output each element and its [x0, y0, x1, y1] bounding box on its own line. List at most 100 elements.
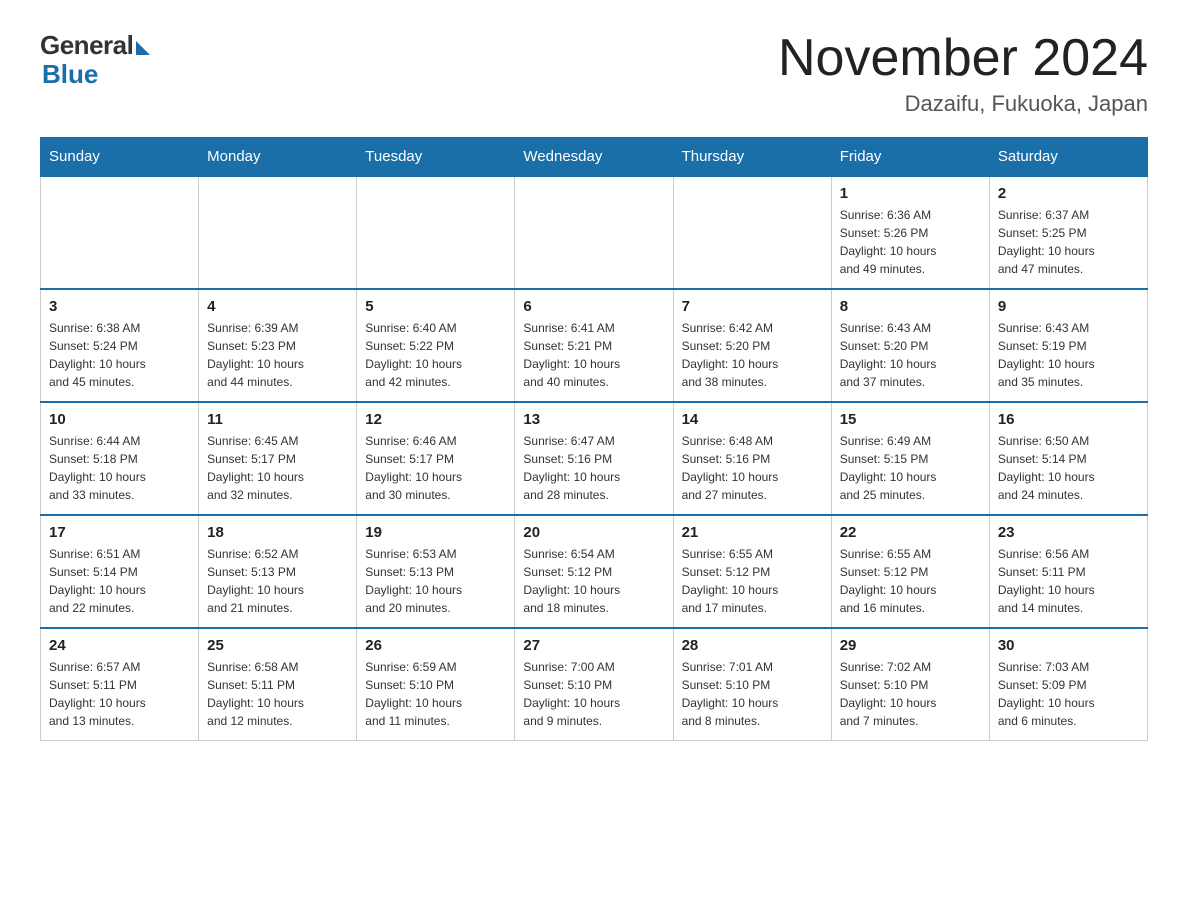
day-info: Sunrise: 6:57 AMSunset: 5:11 PMDaylight:…: [49, 658, 190, 730]
day-number: 28: [682, 637, 823, 654]
day-number: 25: [207, 637, 348, 654]
calendar-cell: 24 Sunrise: 6:57 AMSunset: 5:11 PMDayligh…: [41, 628, 199, 741]
calendar-cell: 1 Sunrise: 6:36 AMSunset: 5:26 PMDaylight…: [831, 176, 989, 289]
day-info: Sunrise: 6:52 AMSunset: 5:13 PMDaylight:…: [207, 545, 348, 617]
calendar-cell: 30Sunrise: 7:03 AMSunset: 5:09 PMDayligh…: [989, 628, 1147, 741]
day-info: Sunrise: 7:01 AMSunset: 5:10 PMDaylight:…: [682, 658, 823, 730]
day-number: 21: [682, 524, 823, 541]
day-info: Sunrise: 6:48 AMSunset: 5:16 PMDaylight:…: [682, 432, 823, 504]
day-number: 4: [207, 298, 348, 315]
calendar-cell: 23 Sunrise: 6:56 AMSunset: 5:11 PMDayligh…: [989, 515, 1147, 628]
day-info: Sunrise: 6:59 AMSunset: 5:10 PMDaylight:…: [365, 658, 506, 730]
calendar-cell: 13 Sunrise: 6:47 AMSunset: 5:16 PMDayligh…: [515, 402, 673, 515]
day-number: 29: [840, 637, 981, 654]
day-info: Sunrise: 6:43 AMSunset: 5:19 PMDaylight:…: [998, 319, 1139, 391]
calendar-cell: 12Sunrise: 6:46 AMSunset: 5:17 PMDayligh…: [357, 402, 515, 515]
calendar-cell: 6Sunrise: 6:41 AMSunset: 5:21 PMDaylight…: [515, 289, 673, 402]
day-number: 13: [523, 411, 664, 428]
day-info: Sunrise: 6:44 AMSunset: 5:18 PMDaylight:…: [49, 432, 190, 504]
calendar-week-row: 3 Sunrise: 6:38 AMSunset: 5:24 PMDaylight…: [41, 289, 1148, 402]
day-info: Sunrise: 6:36 AMSunset: 5:26 PMDaylight:…: [840, 206, 981, 278]
calendar-week-row: 1 Sunrise: 6:36 AMSunset: 5:26 PMDaylight…: [41, 176, 1148, 289]
calendar-cell: 20 Sunrise: 6:54 AMSunset: 5:12 PMDayligh…: [515, 515, 673, 628]
calendar-week-row: 24 Sunrise: 6:57 AMSunset: 5:11 PMDayligh…: [41, 628, 1148, 741]
calendar-cell: 7Sunrise: 6:42 AMSunset: 5:20 PMDaylight…: [673, 289, 831, 402]
page-header: General Blue November 2024 Dazaifu, Fuku…: [40, 30, 1148, 117]
day-info: Sunrise: 7:02 AMSunset: 5:10 PMDaylight:…: [840, 658, 981, 730]
calendar-cell: 8 Sunrise: 6:43 AMSunset: 5:20 PMDaylight…: [831, 289, 989, 402]
day-info: Sunrise: 6:56 AMSunset: 5:11 PMDaylight:…: [998, 545, 1139, 617]
calendar-cell: 19 Sunrise: 6:53 AMSunset: 5:13 PMDayligh…: [357, 515, 515, 628]
calendar-body: 1 Sunrise: 6:36 AMSunset: 5:26 PMDaylight…: [41, 176, 1148, 741]
logo-general-text: General: [40, 30, 133, 61]
day-number: 15: [840, 411, 981, 428]
weekday-header-wednesday: Wednesday: [515, 138, 673, 177]
calendar-cell: 9 Sunrise: 6:43 AMSunset: 5:19 PMDaylight…: [989, 289, 1147, 402]
day-number: 10: [49, 411, 190, 428]
day-info: Sunrise: 6:51 AMSunset: 5:14 PMDaylight:…: [49, 545, 190, 617]
calendar-cell: 21 Sunrise: 6:55 AMSunset: 5:12 PMDayligh…: [673, 515, 831, 628]
calendar-cell: 17 Sunrise: 6:51 AMSunset: 5:14 PMDayligh…: [41, 515, 199, 628]
day-info: Sunrise: 6:53 AMSunset: 5:13 PMDaylight:…: [365, 545, 506, 617]
day-number: 14: [682, 411, 823, 428]
calendar-week-row: 17 Sunrise: 6:51 AMSunset: 5:14 PMDayligh…: [41, 515, 1148, 628]
calendar-cell: 26 Sunrise: 6:59 AMSunset: 5:10 PMDayligh…: [357, 628, 515, 741]
day-number: 17: [49, 524, 190, 541]
day-info: Sunrise: 6:42 AMSunset: 5:20 PMDaylight:…: [682, 319, 823, 391]
calendar-cell: [199, 176, 357, 289]
day-number: 19: [365, 524, 506, 541]
logo-triangle-icon: [136, 41, 150, 55]
calendar-cell: [673, 176, 831, 289]
weekday-header-saturday: Saturday: [989, 138, 1147, 177]
calendar-cell: 28 Sunrise: 7:01 AMSunset: 5:10 PMDayligh…: [673, 628, 831, 741]
weekday-header-tuesday: Tuesday: [357, 138, 515, 177]
day-info: Sunrise: 6:45 AMSunset: 5:17 PMDaylight:…: [207, 432, 348, 504]
day-number: 11: [207, 411, 348, 428]
day-info: Sunrise: 6:37 AMSunset: 5:25 PMDaylight:…: [998, 206, 1139, 278]
calendar-week-row: 10 Sunrise: 6:44 AMSunset: 5:18 PMDayligh…: [41, 402, 1148, 515]
day-info: Sunrise: 7:00 AMSunset: 5:10 PMDaylight:…: [523, 658, 664, 730]
calendar-cell: 27 Sunrise: 7:00 AMSunset: 5:10 PMDayligh…: [515, 628, 673, 741]
calendar-cell: [41, 176, 199, 289]
day-info: Sunrise: 6:55 AMSunset: 5:12 PMDaylight:…: [682, 545, 823, 617]
weekday-header-thursday: Thursday: [673, 138, 831, 177]
weekday-header-sunday: Sunday: [41, 138, 199, 177]
day-info: Sunrise: 6:38 AMSunset: 5:24 PMDaylight:…: [49, 319, 190, 391]
day-info: Sunrise: 7:03 AMSunset: 5:09 PMDaylight:…: [998, 658, 1139, 730]
day-number: 26: [365, 637, 506, 654]
calendar-cell: 16Sunrise: 6:50 AMSunset: 5:14 PMDayligh…: [989, 402, 1147, 515]
calendar-cell: 25 Sunrise: 6:58 AMSunset: 5:11 PMDayligh…: [199, 628, 357, 741]
title-area: November 2024 Dazaifu, Fukuoka, Japan: [778, 30, 1148, 117]
day-number: 3: [49, 298, 190, 315]
location-subtitle: Dazaifu, Fukuoka, Japan: [778, 91, 1148, 117]
calendar-cell: 5 Sunrise: 6:40 AMSunset: 5:22 PMDaylight…: [357, 289, 515, 402]
day-number: 1: [840, 185, 981, 202]
day-number: 20: [523, 524, 664, 541]
day-info: Sunrise: 6:47 AMSunset: 5:16 PMDaylight:…: [523, 432, 664, 504]
day-info: Sunrise: 6:55 AMSunset: 5:12 PMDaylight:…: [840, 545, 981, 617]
day-number: 9: [998, 298, 1139, 315]
day-number: 27: [523, 637, 664, 654]
day-info: Sunrise: 6:46 AMSunset: 5:17 PMDaylight:…: [365, 432, 506, 504]
day-number: 22: [840, 524, 981, 541]
logo-blue-text: Blue: [42, 59, 98, 90]
calendar-cell: 10 Sunrise: 6:44 AMSunset: 5:18 PMDayligh…: [41, 402, 199, 515]
day-number: 18: [207, 524, 348, 541]
day-info: Sunrise: 6:40 AMSunset: 5:22 PMDaylight:…: [365, 319, 506, 391]
day-info: Sunrise: 6:54 AMSunset: 5:12 PMDaylight:…: [523, 545, 664, 617]
calendar-cell: 3 Sunrise: 6:38 AMSunset: 5:24 PMDaylight…: [41, 289, 199, 402]
day-info: Sunrise: 6:43 AMSunset: 5:20 PMDaylight:…: [840, 319, 981, 391]
day-info: Sunrise: 6:39 AMSunset: 5:23 PMDaylight:…: [207, 319, 348, 391]
day-info: Sunrise: 6:58 AMSunset: 5:11 PMDaylight:…: [207, 658, 348, 730]
calendar-cell: 18 Sunrise: 6:52 AMSunset: 5:13 PMDayligh…: [199, 515, 357, 628]
day-number: 2: [998, 185, 1139, 202]
calendar-cell: 15Sunrise: 6:49 AMSunset: 5:15 PMDayligh…: [831, 402, 989, 515]
calendar-cell: 11 Sunrise: 6:45 AMSunset: 5:17 PMDayligh…: [199, 402, 357, 515]
calendar-cell: [515, 176, 673, 289]
day-number: 23: [998, 524, 1139, 541]
day-number: 24: [49, 637, 190, 654]
day-number: 8: [840, 298, 981, 315]
day-number: 5: [365, 298, 506, 315]
calendar-cell: [357, 176, 515, 289]
day-number: 16: [998, 411, 1139, 428]
